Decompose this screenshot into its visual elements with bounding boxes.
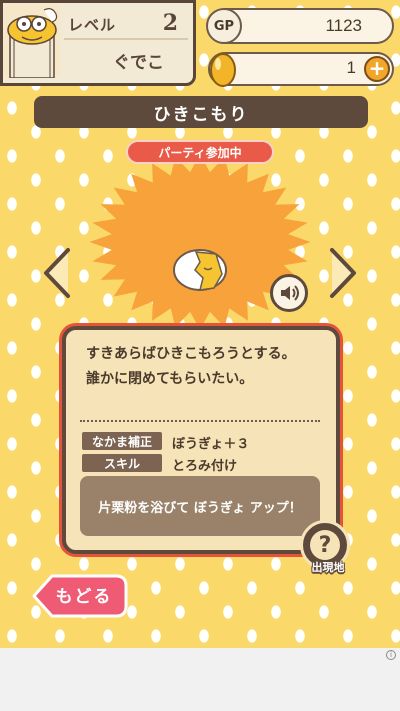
ad-banner[interactable] (0, 648, 400, 711)
party-status-badge: パーティ参加中 (126, 140, 274, 164)
add-gold-egg-button[interactable]: + (364, 56, 390, 82)
companion-bonus-label: なかま補正 (82, 432, 162, 450)
description-line-2: 誰かに閉めてもらいたい。 (86, 371, 254, 387)
egg-character-icon[interactable] (170, 244, 230, 294)
companion-bonus-value: ぼうぎょ＋３ (172, 437, 250, 452)
gold-egg-count: 1 (346, 58, 356, 77)
character-description: すきあらばひきこもろうとする。 誰かに閉めてもらいたい。 (86, 342, 326, 392)
skill-label: スキル (82, 454, 162, 472)
skill-value: とろみ付け (172, 459, 238, 474)
location-label: 出現地 (311, 561, 345, 574)
back-button-label: もどる (55, 587, 113, 607)
player-name: ぐでこ (112, 53, 164, 73)
gudetama-avatar-icon (4, 4, 60, 78)
gp-value: 1123 (325, 16, 362, 35)
gold-egg-icon (210, 53, 236, 87)
skill-detail-box: 片栗粉を浴びて ぼうぎょ アップ！ (80, 476, 320, 536)
level-row: レベル 2 (64, 10, 188, 40)
dotted-divider (80, 420, 320, 422)
player-avatar[interactable] (4, 4, 60, 78)
level-value: 2 (162, 10, 178, 36)
ad-info-icon[interactable]: i (386, 650, 396, 660)
level-label: レベル (68, 16, 117, 34)
next-character-arrow-icon[interactable] (326, 246, 360, 300)
gp-icon: GP (206, 8, 242, 44)
voice-play-button[interactable] (270, 274, 308, 312)
previous-character-arrow-icon[interactable] (40, 246, 74, 300)
question-mark-icon: ? (310, 530, 340, 560)
description-line-1: すきあらばひきこもろうとする。 (86, 346, 296, 362)
speaker-icon (281, 285, 299, 301)
character-name-title: ひきこもり (34, 96, 368, 128)
